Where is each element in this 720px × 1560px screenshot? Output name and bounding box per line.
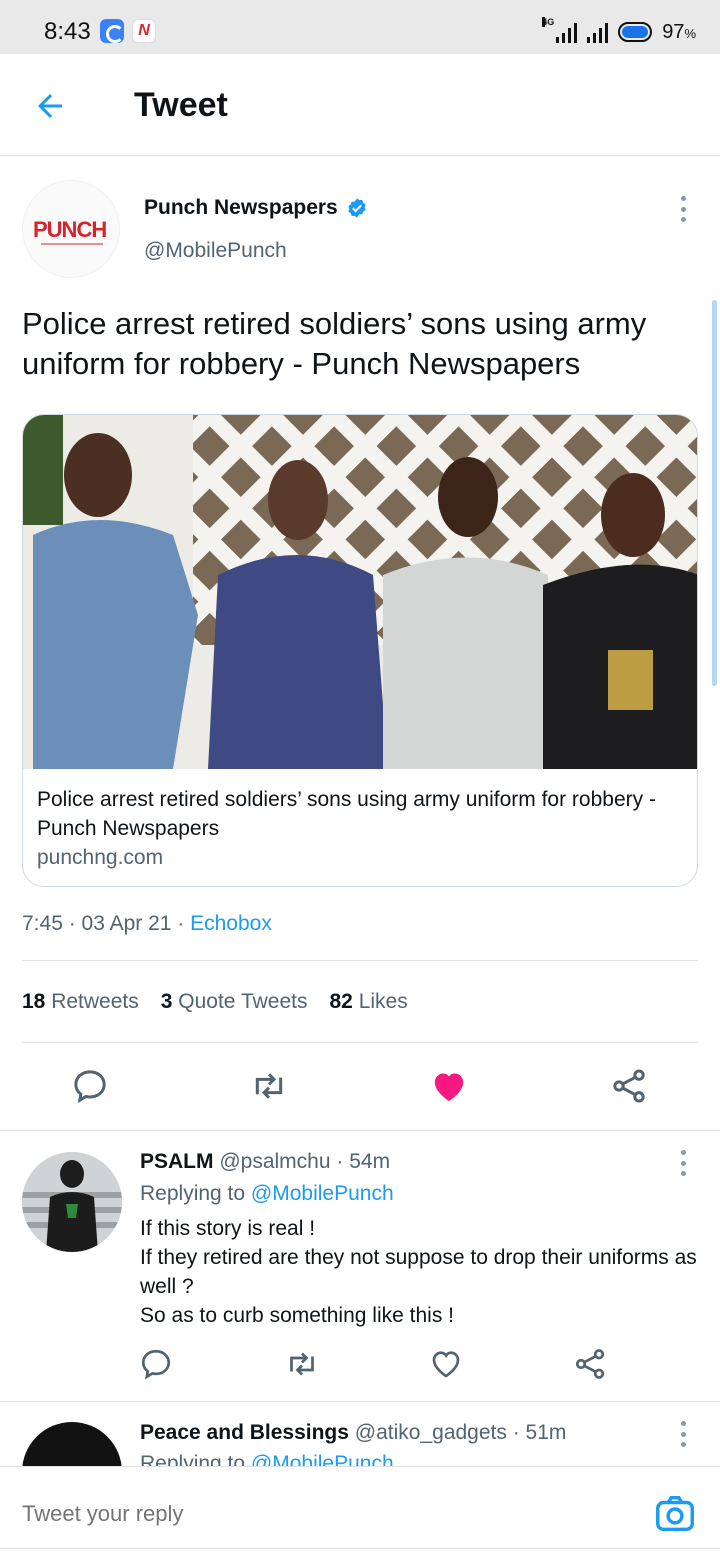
card-domain: punchng.com xyxy=(37,846,164,869)
share-icon[interactable] xyxy=(572,1346,608,1382)
tweet-text: Police arrest retired soldiers’ sons usi… xyxy=(22,306,647,381)
scrollbar[interactable] xyxy=(712,300,717,686)
link-card[interactable]: Police arrest retired soldiers’ sons usi… xyxy=(22,414,698,887)
share-icon[interactable] xyxy=(609,1066,649,1106)
tweet-source-link[interactable]: Echobox xyxy=(190,912,272,935)
divider xyxy=(0,1130,720,1131)
divider xyxy=(0,1401,720,1402)
reply-author-handle[interactable]: @psalmchu xyxy=(219,1150,330,1173)
reply-avatar[interactable] xyxy=(22,1152,122,1252)
article-photo xyxy=(23,415,697,769)
reply-more-options-icon[interactable] xyxy=(677,1421,689,1447)
replying-to: Replying to @MobilePunch xyxy=(140,1182,394,1205)
author-handle[interactable]: @MobilePunch xyxy=(144,239,287,263)
verified-badge-icon xyxy=(348,198,366,218)
reply-header: Peace and Blessings @atiko_gadgets · 51m xyxy=(140,1421,567,1444)
retweet-icon[interactable] xyxy=(249,1066,289,1106)
card-title: Police arrest retired soldiers’ sons usi… xyxy=(37,788,656,840)
reply-more-options-icon[interactable] xyxy=(677,1150,689,1176)
reply-author-name[interactable]: PSALM xyxy=(140,1150,214,1173)
reply-time: 51m xyxy=(525,1421,567,1444)
status-indicators: 4G 97% xyxy=(542,17,696,46)
replying-to-handle[interactable]: @MobilePunch xyxy=(251,1182,394,1205)
status-time: 8:43 xyxy=(44,18,91,45)
page-title: Tweet xyxy=(134,86,228,124)
reply-icon[interactable] xyxy=(70,1066,110,1106)
retweets-stat[interactable]: 18 Retweets xyxy=(22,990,139,1014)
signal-4g-icon: 4G xyxy=(542,17,578,43)
reply-line: So as to curb something like this ! xyxy=(140,1304,454,1327)
reply-author-name[interactable]: Peace and Blessings xyxy=(140,1421,349,1444)
signal-icon xyxy=(587,21,609,43)
back-arrow-icon[interactable] xyxy=(32,88,68,124)
battery-level: 97% xyxy=(662,20,696,43)
top-app-bar: Tweet xyxy=(0,54,720,156)
camera-icon[interactable] xyxy=(652,1491,698,1537)
reply-line: If they retired are they not suppose to … xyxy=(140,1246,697,1298)
reply-line: If this story is real ! xyxy=(140,1217,316,1240)
reply-time: 54m xyxy=(349,1150,391,1173)
author-avatar[interactable]: PUNCH xyxy=(22,180,120,278)
app-notification-icon xyxy=(100,19,124,43)
tweet-time: 7:45 xyxy=(22,912,63,935)
more-options-icon[interactable] xyxy=(677,196,689,222)
reply-composer xyxy=(0,1466,720,1560)
network-type: 4G xyxy=(542,17,555,27)
divider xyxy=(22,1042,698,1043)
reply-text: If this story is real ! If they retired … xyxy=(140,1214,700,1330)
likes-stat[interactable]: 82 Likes xyxy=(329,990,407,1014)
retweet-icon[interactable] xyxy=(284,1346,320,1382)
punch-logo: PUNCH xyxy=(33,217,107,242)
reply-input[interactable] xyxy=(22,1501,582,1527)
tweet-stats: 18 Retweets 3 Quote Tweets 82 Likes xyxy=(22,990,408,1014)
author-name: Punch Newspapers xyxy=(144,196,338,219)
like-filled-icon[interactable] xyxy=(429,1066,469,1106)
reply-author-handle[interactable]: @atiko_gadgets xyxy=(355,1421,507,1444)
reply-header: PSALM @psalmchu · 54m xyxy=(140,1150,391,1173)
battery-icon xyxy=(618,22,653,42)
divider xyxy=(0,1548,720,1549)
tweet-date: 03 Apr 21 xyxy=(81,912,172,935)
author-name-row[interactable]: Punch Newspapers xyxy=(144,196,368,220)
status-bar: 8:43 N 4G 97% xyxy=(0,0,720,54)
divider xyxy=(22,960,698,961)
like-icon[interactable] xyxy=(428,1346,464,1382)
quote-tweets-stat[interactable]: 3 Quote Tweets xyxy=(161,990,308,1014)
reply-icon[interactable] xyxy=(138,1346,174,1382)
tweet-meta: 7:45 · 03 Apr 21 · Echobox xyxy=(22,912,272,935)
news-app-notification-icon: N xyxy=(132,19,156,43)
